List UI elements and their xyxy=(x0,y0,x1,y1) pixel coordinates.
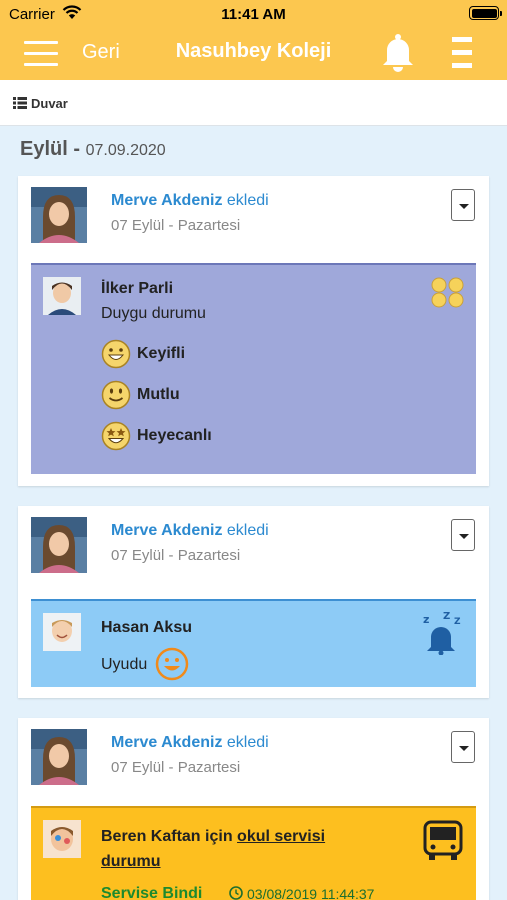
svg-text:z: z xyxy=(423,613,429,626)
top-bar: Carrier 11:41 AM Geri Nasuhbey Koleji xyxy=(0,0,507,80)
post-card: Merve Akdeniz ekledi 07 Eylül - Pazartes… xyxy=(18,718,489,900)
sleep-panel: Hasan Aksu Uyudu z Z Z xyxy=(31,599,476,687)
student-avatar xyxy=(43,613,81,651)
mood-label: Mutlu xyxy=(137,386,180,403)
star-eyes-icon xyxy=(101,421,131,451)
author-avatar xyxy=(31,187,87,243)
bus-service-link[interactable]: durumu xyxy=(101,853,161,870)
svg-text:Z: Z xyxy=(454,617,461,627)
author-avatar xyxy=(31,729,87,785)
post-date: 07 Eylül - Pazartesi xyxy=(111,217,241,234)
mood-item: Mutlu xyxy=(101,380,221,410)
smile-icon xyxy=(101,339,131,369)
author-avatar xyxy=(31,517,87,573)
panel-subtitle: Duygu durumu xyxy=(101,305,206,322)
post-header: Merve Akdeniz ekledi 07 Eylül - Pazartes… xyxy=(18,506,489,594)
mood-item: Heyecanlı xyxy=(101,421,241,451)
page-title: Nasuhbey Koleji xyxy=(175,40,332,62)
mood-label: Heyecanlı xyxy=(137,427,212,444)
smile-icon xyxy=(155,647,189,681)
post-options-dropdown[interactable] xyxy=(451,519,475,551)
bus-timestamp: 03/08/2019 11:44:37 xyxy=(247,886,375,900)
student-avatar xyxy=(43,277,81,315)
bus-icon xyxy=(423,820,463,860)
author-line[interactable]: Merve Akdeniz ekledi xyxy=(111,192,269,210)
mood-panel: İlker Parli Duygu durumu Keyifli Mutlu H… xyxy=(31,263,476,474)
date-label: 07.09.2020 xyxy=(85,142,166,159)
post-options-dropdown[interactable] xyxy=(451,189,475,221)
section-title[interactable]: Duvar xyxy=(31,96,68,111)
post-card: Merve Akdeniz ekledi 07 Eylül - Pazartes… xyxy=(18,176,489,486)
post-header: Merve Akdeniz ekledi 07 Eylül - Pazartes… xyxy=(18,176,489,264)
happy-face-icon xyxy=(101,380,131,410)
post-card: Merve Akdeniz ekledi 07 Eylül - Pazartes… xyxy=(18,506,489,698)
battery-icon xyxy=(469,6,502,20)
section-bar: Duvar xyxy=(0,80,507,126)
author-line[interactable]: Merve Akdeniz ekledi xyxy=(111,522,269,540)
bus-status: Servise Bindi xyxy=(101,885,203,900)
post-options-dropdown[interactable] xyxy=(451,731,475,763)
navigation-bar: Geri Nasuhbey Koleji xyxy=(0,28,507,80)
status-bar: Carrier 11:41 AM xyxy=(0,0,507,28)
date-header: Eylül - 07.09.2020 xyxy=(20,138,166,161)
student-name[interactable]: Hasan Aksu xyxy=(101,619,192,637)
panel-subtitle: Uyudu xyxy=(101,656,148,673)
emotions-icon xyxy=(431,277,464,308)
clock: 11:41 AM xyxy=(221,6,286,23)
mood-item: Keyifli xyxy=(101,339,221,369)
author-line[interactable]: Merve Akdeniz ekledi xyxy=(111,734,269,752)
month-label: Eylül - xyxy=(20,138,81,160)
student-avatar xyxy=(43,820,81,858)
mood-label: Keyifli xyxy=(137,345,186,362)
sleep-bell-icon: z Z Z xyxy=(423,611,461,655)
list-icon xyxy=(13,97,27,109)
post-date: 07 Eylül - Pazartesi xyxy=(111,547,241,564)
post-date: 07 Eylül - Pazartesi xyxy=(111,759,241,776)
bus-service-link[interactable]: okul servisi xyxy=(237,828,325,845)
notification-bell-icon[interactable] xyxy=(380,32,416,72)
post-header: Merve Akdeniz ekledi 07 Eylül - Pazartes… xyxy=(18,718,489,806)
student-name[interactable]: İlker Parli xyxy=(101,280,173,298)
svg-text:Z: Z xyxy=(443,611,450,622)
clock-icon xyxy=(229,886,243,900)
bus-panel: Beren Kaftan için okul servisi durumu Se… xyxy=(31,806,476,900)
bus-status-text: Beren Kaftan için okul servisi durumu xyxy=(101,828,326,870)
more-menu-icon[interactable] xyxy=(452,37,472,69)
